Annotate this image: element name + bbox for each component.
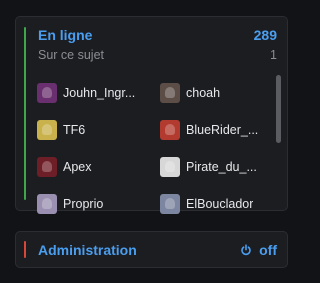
topic-count: 1 bbox=[270, 48, 277, 62]
avatar bbox=[160, 193, 180, 214]
admin-panel: Administration off bbox=[15, 231, 288, 268]
avatar bbox=[37, 156, 57, 177]
power-toggle[interactable]: off bbox=[240, 242, 277, 258]
user-item[interactable]: ElBouclador bbox=[160, 185, 275, 222]
avatar bbox=[37, 193, 57, 214]
power-status: off bbox=[259, 242, 277, 258]
online-accent-bar bbox=[24, 27, 26, 200]
username: Apex bbox=[63, 159, 92, 174]
power-icon bbox=[241, 244, 251, 256]
username: choah bbox=[186, 85, 221, 100]
user-item[interactable]: Pirate_du_... bbox=[160, 148, 275, 185]
admin-accent-bar bbox=[24, 241, 26, 258]
user-item[interactable]: Jouhn_Ingr... bbox=[37, 74, 160, 111]
user-item[interactable]: Proprio bbox=[37, 185, 160, 222]
avatar bbox=[37, 119, 57, 140]
avatar bbox=[160, 119, 180, 140]
username: TF6 bbox=[63, 122, 86, 137]
topic-subtitle: Sur ce sujet bbox=[38, 48, 105, 62]
username: Jouhn_Ingr... bbox=[63, 85, 136, 100]
user-item[interactable]: choah bbox=[160, 74, 275, 111]
users-scrollbar[interactable] bbox=[276, 75, 281, 143]
avatar bbox=[160, 82, 180, 103]
username: BlueRider_... bbox=[186, 122, 259, 137]
online-title[interactable]: En ligne bbox=[38, 27, 92, 43]
username: Pirate_du_... bbox=[186, 159, 257, 174]
user-item[interactable]: Apex bbox=[37, 148, 160, 185]
avatar bbox=[37, 82, 57, 103]
user-item[interactable]: BlueRider_... bbox=[160, 111, 275, 148]
user-item[interactable]: TF6 bbox=[37, 111, 160, 148]
online-panel: En ligne 289 Sur ce sujet 1 Jouhn_Ingr..… bbox=[15, 16, 288, 214]
online-count: 289 bbox=[253, 27, 277, 43]
username: ElBouclador bbox=[186, 196, 254, 211]
username: Proprio bbox=[63, 196, 104, 211]
admin-title[interactable]: Administration bbox=[38, 242, 137, 258]
online-users-list: Jouhn_Ingr... choah TF6 BlueRider_... Ap… bbox=[37, 74, 275, 222]
avatar bbox=[160, 156, 180, 177]
